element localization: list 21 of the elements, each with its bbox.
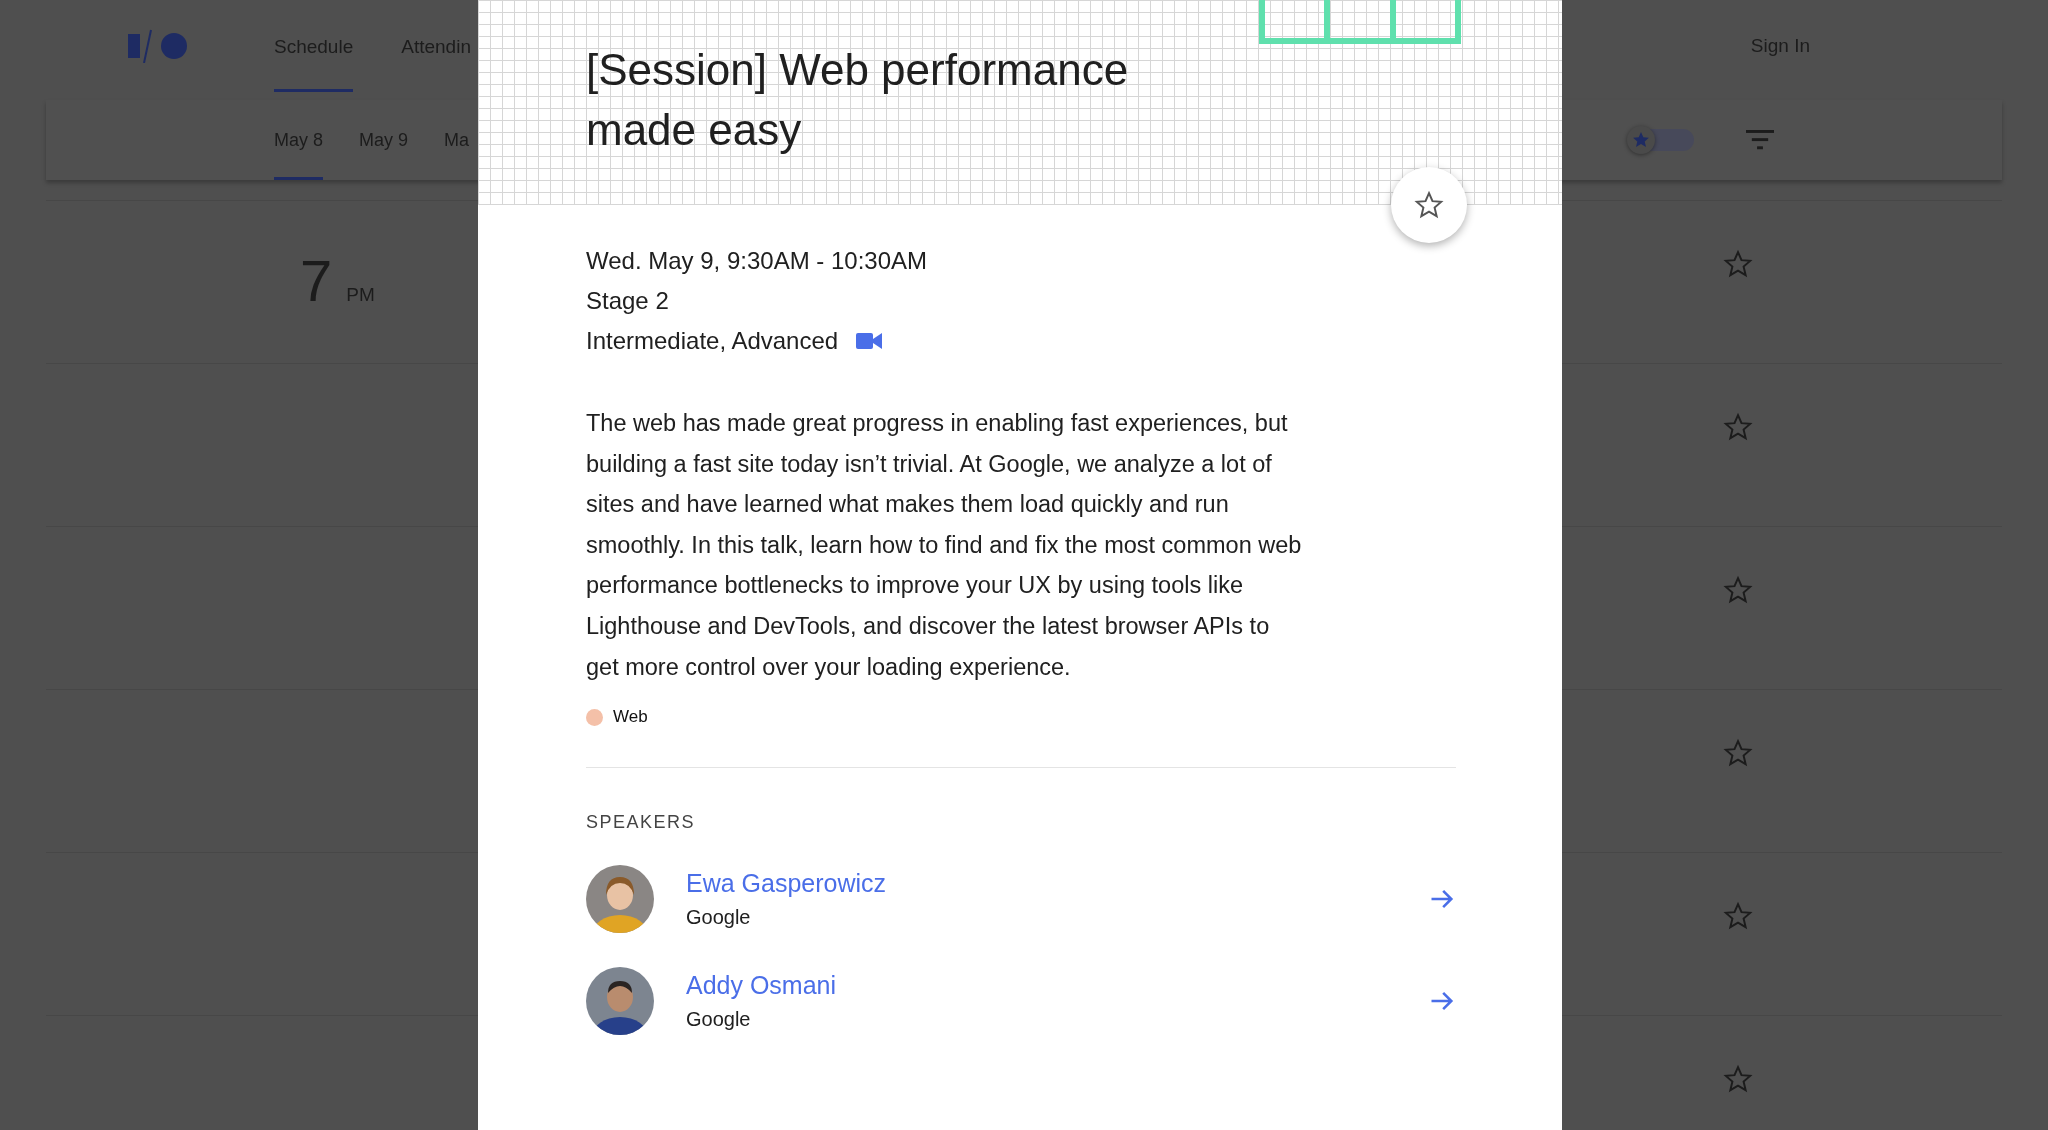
- filter-icon[interactable]: [1746, 129, 1774, 151]
- session-level: Intermediate, Advanced: [586, 326, 839, 356]
- session-datetime: Wed. May 9, 9:30AM - 10:30AM: [586, 246, 929, 276]
- star-icon: [1414, 190, 1444, 220]
- speaker-name-link[interactable]: Addy Osmani: [686, 971, 837, 1001]
- speakers-heading: SPEAKERS: [586, 812, 697, 834]
- session-location: Stage 2: [586, 286, 670, 316]
- star-icon[interactable]: [1723, 738, 1753, 768]
- session-description: The web has made great progress in enabling fast experiences, but building a fast site today isn’t trivial. At Google, we analyze a lot of sites and have learned what makes them load quickly and run smoothly. In this talk, learn how to find and fix the most common web performance bottlenecks to improve your UX by using tools like Lighthouse and DevTools, and discover the latest browser APIs to get more control over your loading experience.: [586, 409, 1303, 682]
- star-icon[interactable]: [1723, 412, 1753, 442]
- favorite-button[interactable]: [1391, 167, 1467, 243]
- speaker-name-link[interactable]: Ewa Gasperowicz: [686, 869, 887, 899]
- star-icon[interactable]: [1723, 575, 1753, 605]
- starred-toggle[interactable]: [1630, 129, 1694, 151]
- star-icon[interactable]: [1723, 1064, 1753, 1094]
- session-title: [Session] Web performance made easy: [586, 44, 1130, 156]
- speaker-company: Google: [686, 1008, 752, 1032]
- star-icon[interactable]: [1723, 249, 1753, 279]
- star-icon[interactable]: [1723, 901, 1753, 931]
- tag-label[interactable]: Web: [613, 707, 648, 728]
- speaker-company: Google: [686, 906, 752, 930]
